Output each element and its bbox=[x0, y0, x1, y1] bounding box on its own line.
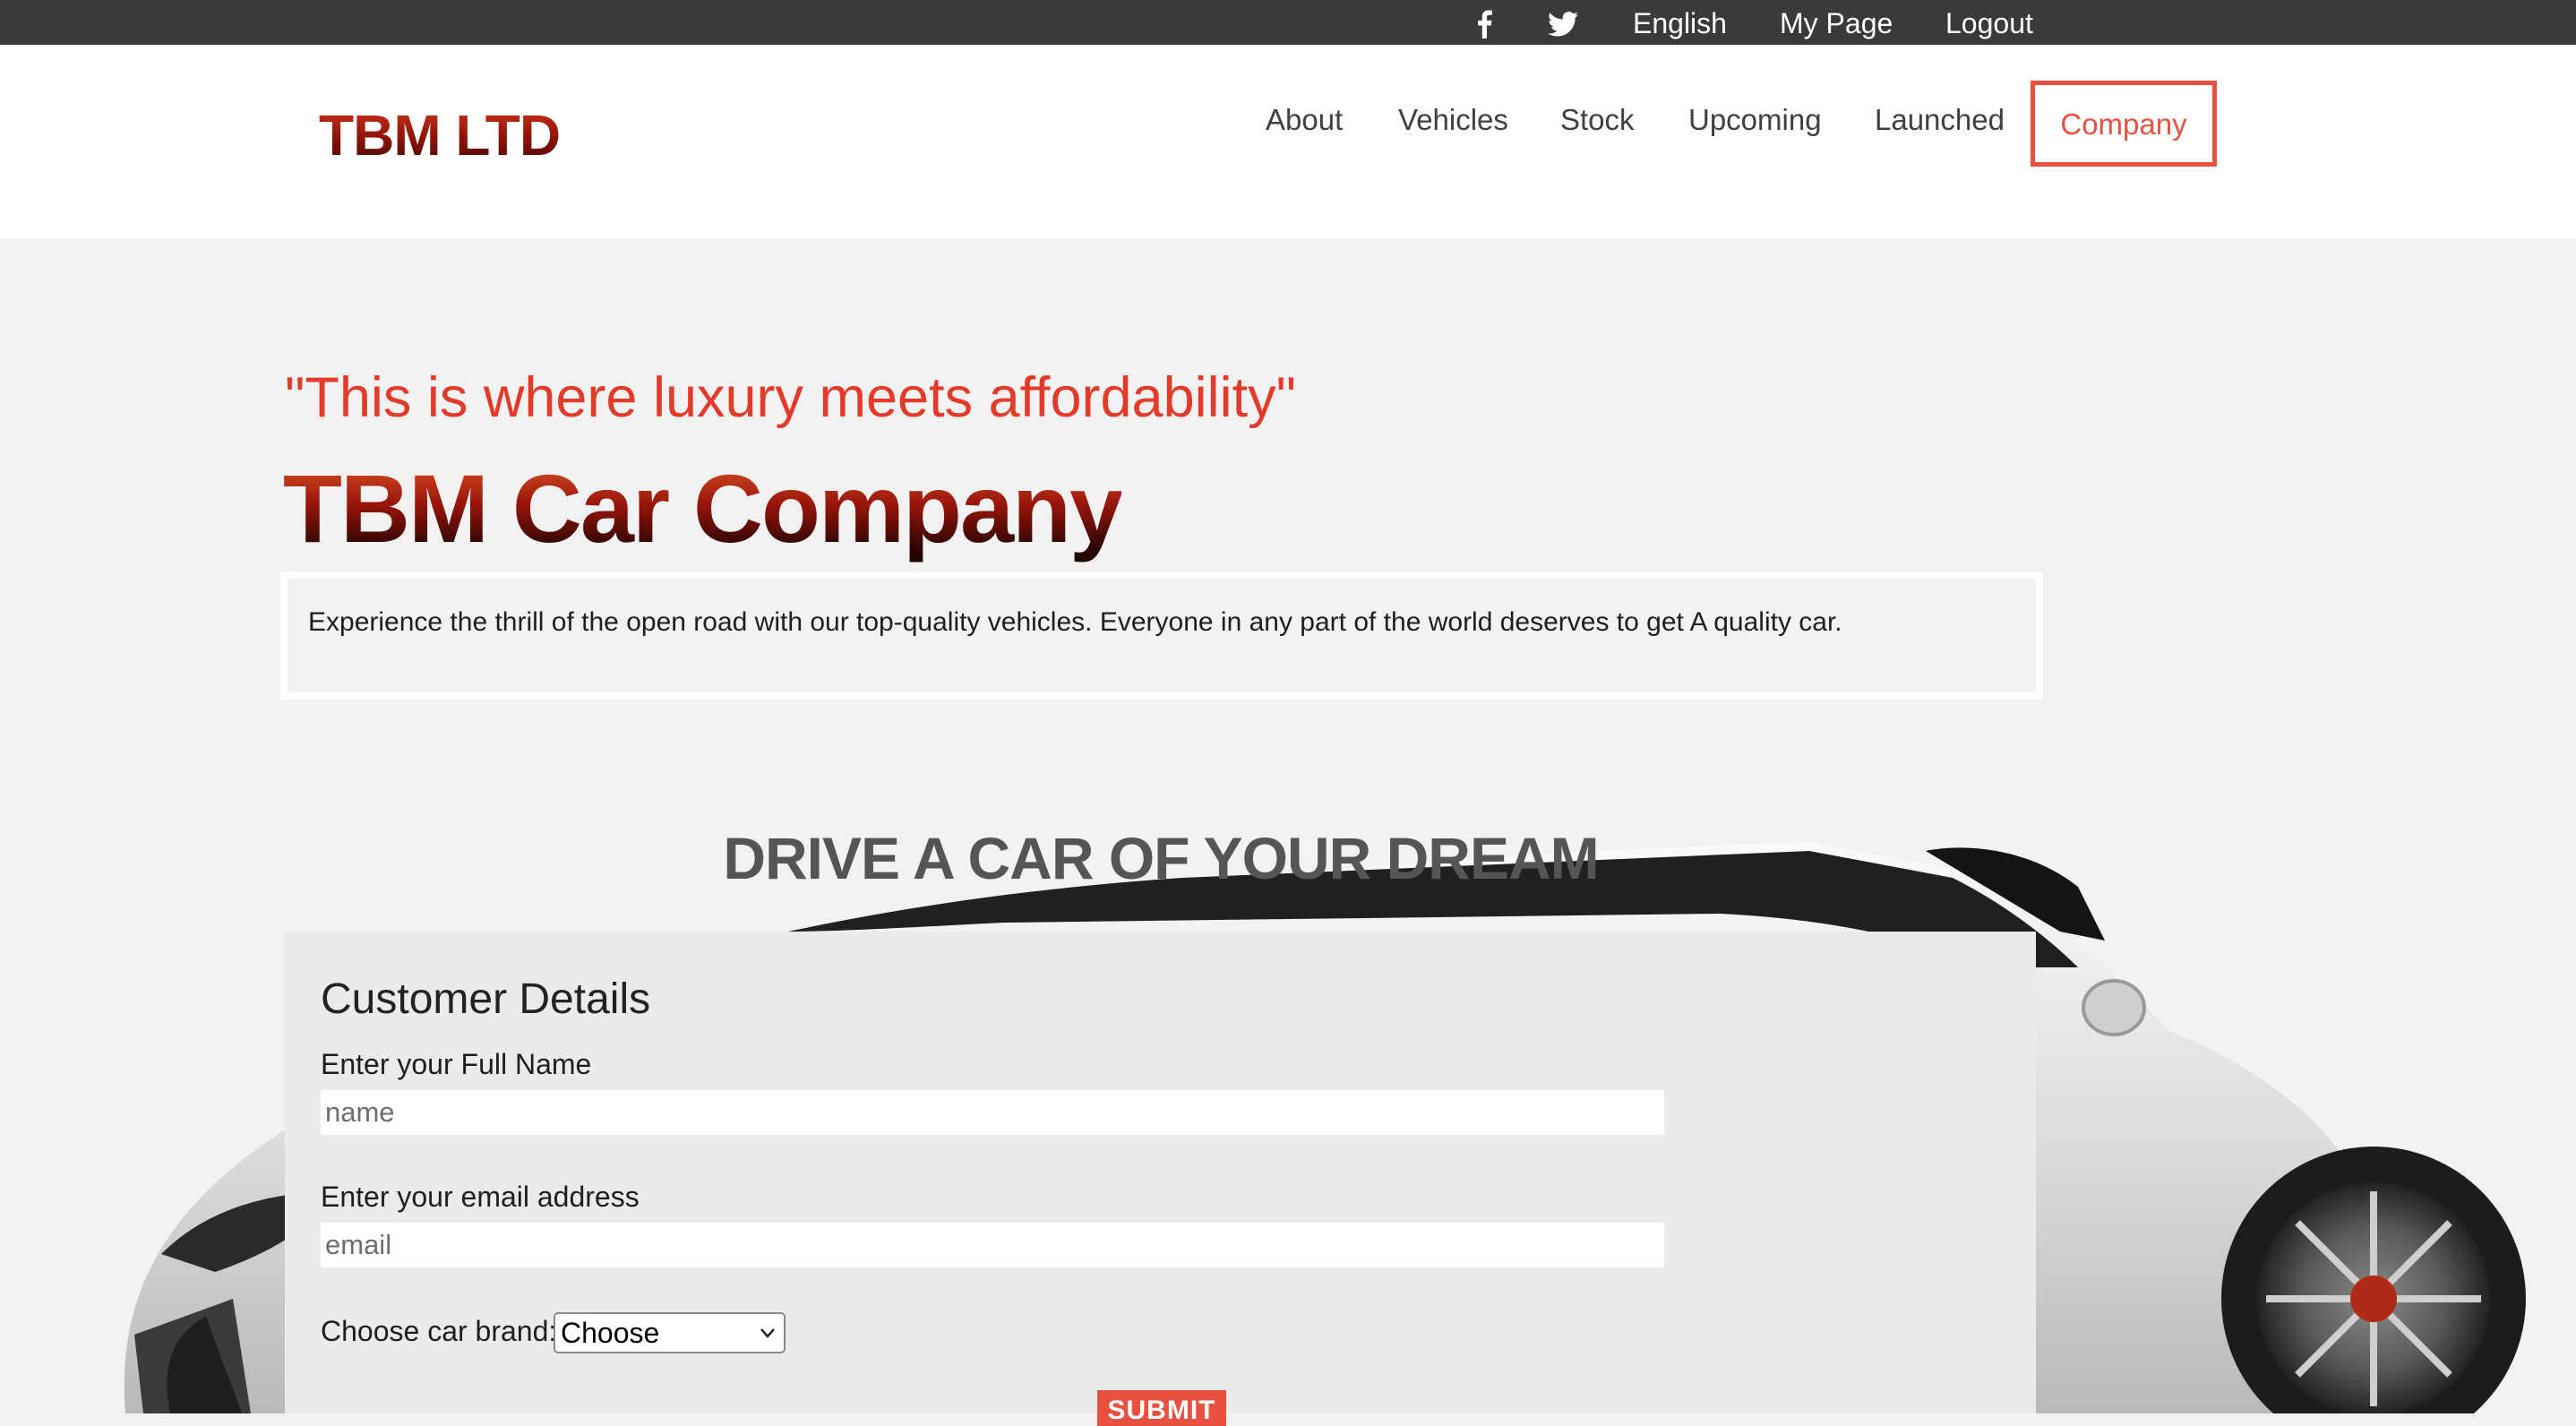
description-text: Experience the thrill of the open road w… bbox=[308, 607, 1842, 637]
language-link[interactable]: English bbox=[1633, 0, 1727, 45]
my-page-link[interactable]: My Page bbox=[1780, 0, 1893, 45]
description-box: Experience the thrill of the open road w… bbox=[280, 571, 2043, 700]
nav-vehicles[interactable]: Vehicles bbox=[1398, 103, 1508, 137]
name-label: Enter your Full Name bbox=[321, 1048, 592, 1080]
site-logo[interactable]: TBM LTD bbox=[319, 102, 561, 168]
nav-launched[interactable]: Launched bbox=[1875, 103, 2005, 137]
customer-form: Customer Details Enter your Full Name En… bbox=[285, 932, 2036, 1426]
email-label: Enter your email address bbox=[321, 1181, 640, 1213]
nav-stock[interactable]: Stock bbox=[1560, 103, 1635, 137]
email-input[interactable] bbox=[321, 1223, 1664, 1267]
chevron-down-icon bbox=[760, 1328, 775, 1338]
nav-company[interactable]: Company bbox=[2031, 81, 2217, 167]
nav-about[interactable]: About bbox=[1266, 103, 1343, 137]
twitter-icon[interactable] bbox=[1548, 12, 1578, 37]
site-header: TBM LTD About Vehicles Stock Upcoming La… bbox=[0, 45, 2576, 238]
form-title: Customer Details bbox=[321, 975, 651, 1023]
section-heading: DRIVE A CAR OF YOUR DREAM bbox=[723, 825, 1599, 891]
nav-upcoming[interactable]: Upcoming bbox=[1688, 103, 1822, 137]
logout-link[interactable]: Logout bbox=[1945, 0, 2033, 45]
name-input[interactable] bbox=[321, 1090, 1664, 1135]
brand-select-value: Choose bbox=[561, 1317, 660, 1349]
submit-button[interactable]: SUBMIT bbox=[1097, 1390, 1226, 1426]
page-title: TBM Car Company bbox=[283, 454, 1123, 563]
brand-select[interactable]: Choose bbox=[554, 1312, 786, 1353]
tagline: "This is where luxury meets affordabilit… bbox=[285, 366, 1296, 429]
top-bar: English My Page Logout bbox=[0, 0, 2576, 45]
brand-label: Choose car brand: bbox=[321, 1315, 557, 1347]
facebook-icon[interactable] bbox=[1476, 10, 1492, 39]
